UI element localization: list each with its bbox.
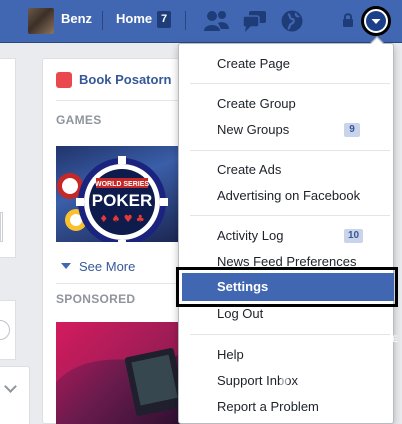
games-heading: GAMES (56, 113, 102, 127)
dropdown-arrow-icon (366, 11, 386, 31)
menu-item-create-page[interactable]: Create Page (217, 56, 290, 71)
new-groups-count-badge: 9 (344, 123, 360, 137)
see-more-arrow-icon (61, 263, 71, 269)
menu-item-new-groups[interactable]: New Groups (217, 122, 289, 137)
top-navigation-bar: Benz Home 7 (0, 0, 402, 43)
globe-icon[interactable] (280, 9, 304, 33)
svg-text:♦ ♠ ♥ ♣: ♦ ♠ ♥ ♣ (99, 214, 144, 225)
account-menu-button[interactable] (361, 6, 391, 36)
menu-item-create-ads[interactable]: Create Ads (217, 162, 281, 177)
menu-item-report-problem[interactable]: Report a Problem (217, 399, 319, 414)
ad-artwork (56, 322, 186, 416)
poker-chip-art: WORLD SERIES POKER ♦ ♠ ♥ ♣ (57, 156, 168, 242)
user-avatar[interactable] (28, 8, 54, 34)
game-thumbnail[interactable]: WORLD SERIES POKER ♦ ♠ ♥ ♣ (56, 146, 186, 242)
messages-icon[interactable] (242, 9, 268, 33)
profile-name-link[interactable]: Benz (61, 11, 92, 26)
menu-divider (190, 150, 390, 151)
game-art-title: WORLD SERIES (95, 181, 149, 188)
section-divider (56, 283, 186, 284)
sponsored-heading: SPONSORED (56, 292, 136, 306)
game-art-poker: POKER (92, 191, 152, 210)
settings-annotation-box (176, 267, 398, 307)
nav-divider (185, 11, 186, 30)
nav-divider (102, 11, 103, 30)
menu-item-activity-log[interactable]: Activity Log (217, 228, 283, 243)
friends-icon[interactable] (203, 9, 230, 33)
menu-divider (190, 83, 390, 84)
menu-item-log-out[interactable]: Log Out (217, 306, 263, 321)
menu-divider (190, 215, 390, 216)
home-count-badge: 7 (157, 11, 171, 28)
left-column-input-edge (0, 212, 3, 242)
menu-item-create-group[interactable]: Create Group (217, 96, 296, 111)
menu-item-support-inbox[interactable]: Support Inbox (217, 373, 298, 388)
see-more-link[interactable]: See More (79, 259, 135, 274)
menu-item-advertising[interactable]: Advertising on Facebook (217, 188, 360, 203)
page-icon (56, 72, 72, 88)
home-link[interactable]: Home (116, 11, 152, 26)
lock-icon[interactable] (342, 12, 354, 28)
section-divider (56, 100, 186, 101)
menu-caret-inner (370, 38, 384, 45)
menu-item-help[interactable]: Help (217, 347, 244, 362)
activity-log-count-badge: 10 (344, 229, 363, 243)
sponsored-ad-image[interactable] (56, 322, 186, 424)
menu-divider (190, 334, 390, 335)
left-column-panel (0, 366, 30, 424)
